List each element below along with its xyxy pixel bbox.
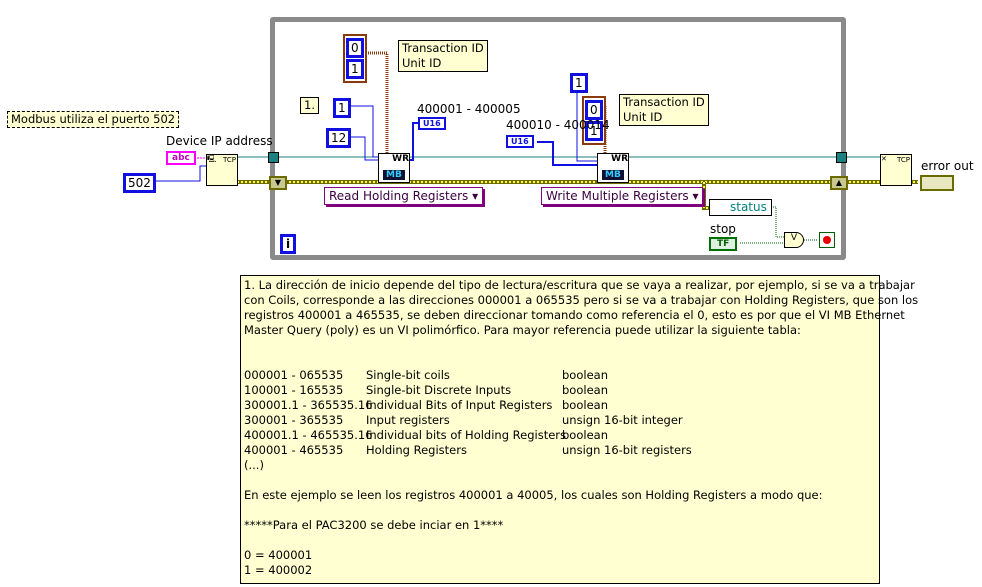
unit-id-value[interactable]: 1 — [346, 59, 364, 79]
table-row: 100001 - 165535 Single-bit Discrete Input… — [244, 383, 608, 397]
unbundle-status: status — [709, 199, 772, 216]
tcp-close-vi[interactable]: TCP ✕ — [880, 154, 912, 186]
table-row: 300001.1 - 365535.16Individual Bits of I… — [244, 398, 608, 412]
write-ids-note: Transaction ID Unit ID — [619, 94, 709, 126]
tcp-open-label: TCP — [223, 156, 236, 164]
port-note: Modbus utiliza el puerto 502 — [7, 111, 180, 128]
stop-button[interactable]: TF — [709, 237, 738, 251]
read-quantity-constant[interactable]: 12 — [326, 128, 352, 148]
loop-condition-stop-icon — [819, 232, 835, 248]
transaction-id-value[interactable]: 0 — [585, 100, 603, 120]
error-out-indicator — [920, 175, 954, 191]
tunnel-out — [836, 152, 847, 163]
transaction-id-value[interactable]: 0 — [346, 38, 364, 58]
port-constant[interactable]: 502 — [123, 173, 156, 193]
ip-label: Device IP address — [166, 134, 273, 148]
ip-address-control[interactable]: abc — [166, 151, 196, 165]
write-mode-ring[interactable]: Write Multiple Registers ▾ — [541, 187, 704, 205]
read-range-label: 400001 - 400005 — [417, 102, 521, 116]
iteration-terminal: i — [280, 234, 297, 254]
comment-box: 1. La dirección de inicio depende del ti… — [240, 275, 918, 584]
table-row: 400001 - 465535 Holding Registers unsign 1… — [244, 443, 692, 457]
table-row: 000001 - 065535 Single-bit coils boolean — [244, 368, 608, 382]
error-out-label: error out — [921, 159, 974, 173]
read-ids-note: Transaction ID Unit ID — [398, 40, 488, 72]
table-row: 300001 - 365535 Input registers unsign 16-… — [244, 413, 683, 427]
read-output-indicator: U16 — [418, 117, 446, 130]
write-range-label: 400010 - 400014 — [506, 118, 610, 132]
table-row: 400001.1 - 465535.16Individual bits of H… — [244, 428, 608, 442]
write-start-constant[interactable]: 1 — [570, 73, 588, 93]
read-mb-vi[interactable]: WR MB — [378, 153, 410, 183]
read-ids-array[interactable]: 0 1 — [343, 34, 367, 83]
shift-register-left-icon: ▼ — [269, 176, 287, 190]
computer-icon: 🖳 — [207, 155, 217, 163]
stop-label: stop — [710, 222, 736, 236]
read-mode-ring[interactable]: Read Holding Registers ▾ — [324, 187, 484, 205]
read-start-constant[interactable]: 1 — [333, 98, 351, 118]
close-connection-icon: ✕ — [881, 155, 887, 163]
write-input-control[interactable]: U16 — [506, 135, 534, 148]
write-mb-vi[interactable]: WR MB — [597, 153, 629, 183]
step-note: 1. — [300, 97, 319, 114]
shift-register-right-icon: ▲ — [830, 176, 848, 190]
tunnel-in — [268, 152, 279, 163]
tcp-open-vi[interactable]: TCP 🖳 — [206, 154, 238, 186]
or-gate: V — [784, 232, 804, 248]
